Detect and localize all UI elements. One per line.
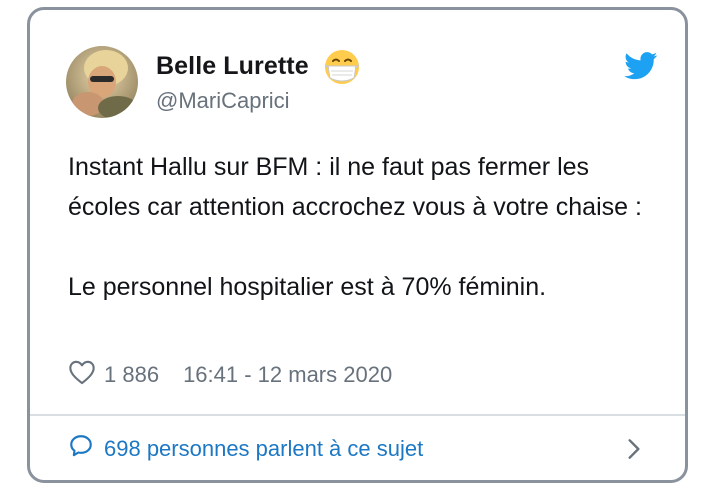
avatar[interactable] [66, 46, 138, 118]
user-handle[interactable]: @MariCaprici [156, 88, 290, 114]
tweet-card[interactable]: Belle Lurette @MariCaprici Instant Hallu… [27, 7, 688, 483]
divider [30, 414, 685, 416]
twitter-bird-icon[interactable] [624, 52, 658, 80]
tweet-meta: 1 886 16:41 - 12 mars 2020 [68, 360, 392, 390]
heart-icon[interactable] [68, 359, 104, 391]
speech-bubble-icon [68, 433, 104, 465]
tweet-timestamp[interactable]: 16:41 - 12 mars 2020 [183, 362, 392, 388]
tweet-text: Instant Hallu sur BFM : il ne faut pas f… [68, 147, 668, 307]
display-name[interactable]: Belle Lurette [156, 52, 309, 81]
conversation-link[interactable]: 698 personnes parlent à ce sujet [68, 432, 647, 466]
like-count[interactable]: 1 886 [104, 362, 159, 388]
tweet-text-paragraph-1: Instant Hallu sur BFM : il ne faut pas f… [68, 153, 642, 221]
conversation-label[interactable]: 698 personnes parlent à ce sujet [104, 436, 423, 462]
chevron-right-icon[interactable] [621, 436, 647, 462]
face-with-medical-mask-icon [323, 48, 361, 86]
tweet-text-paragraph-2: Le personnel hospitalier est à 70% fémin… [68, 273, 547, 301]
